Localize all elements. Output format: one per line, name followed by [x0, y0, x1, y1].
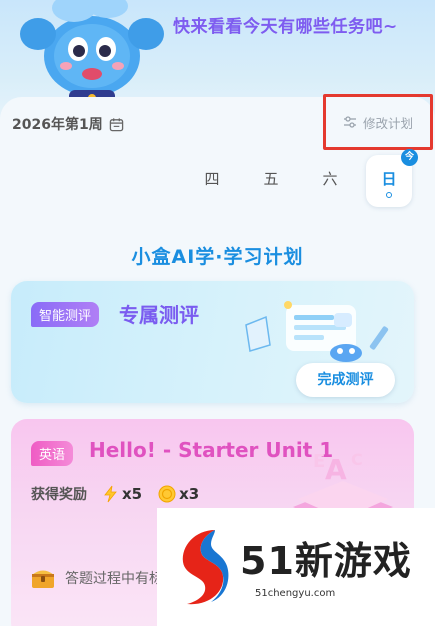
- evaluation-card[interactable]: 智能测评 专属测评 完成测评: [11, 281, 414, 403]
- watermark-url: 51chengyu.com: [255, 588, 336, 599]
- week-bar: 2026年第1周 修改计划: [0, 94, 435, 151]
- watermark: 51新游戏 51chengyu.com: [157, 508, 435, 626]
- day-label: 五: [263, 170, 279, 188]
- calendar-icon: [109, 117, 123, 131]
- watermark-brand: 51新游戏: [240, 539, 412, 583]
- reward-energy: x5: [103, 485, 142, 503]
- svg-text:E: E: [313, 451, 325, 472]
- task-dot: [386, 192, 392, 198]
- edit-plan-label: 修改计划: [362, 115, 413, 131]
- treasure-chest-icon: [32, 570, 54, 588]
- reward-label: 获得奖励: [31, 487, 87, 503]
- lesson-note: 答题过程中有标: [31, 567, 163, 589]
- hero-message: 快来看看今天有哪些任务吧~: [173, 17, 398, 37]
- reward-coin-count: x3: [179, 485, 200, 503]
- reward-row: 获得奖励 x5 x3: [31, 484, 199, 504]
- day-label: 日: [381, 170, 397, 188]
- settings-sliders-icon: [343, 116, 356, 128]
- day-friday[interactable]: 五: [248, 155, 294, 207]
- eval-title: 专属测评: [119, 303, 199, 327]
- day-sunday[interactable]: 日 今: [366, 149, 418, 207]
- day-saturday[interactable]: 六: [307, 155, 353, 207]
- reward-energy-count: x5: [122, 485, 143, 503]
- coin-icon: [158, 485, 176, 503]
- lightning-icon: [104, 485, 117, 503]
- plan-title: 小盒AI学·学习计划: [131, 246, 304, 268]
- svg-text:A: A: [325, 453, 347, 486]
- today-badge: 今: [401, 149, 418, 166]
- edit-plan-button[interactable]: 修改计划: [323, 94, 433, 150]
- evaluation-illustration: [245, 301, 389, 362]
- subject-tag: 英语: [31, 441, 74, 466]
- day-thursday[interactable]: 四: [189, 155, 235, 207]
- day-label: 六: [322, 170, 338, 188]
- lesson-note-text: 答题过程中有标: [65, 571, 163, 587]
- mascot-illustration: [20, 0, 164, 106]
- day-label: 四: [204, 170, 220, 188]
- day-selector: 四 五 六 日 今: [0, 149, 435, 210]
- week-label: 2026年第1周: [12, 117, 103, 133]
- reward-coin: x3: [158, 485, 199, 503]
- week-selector[interactable]: 2026年第1周: [12, 114, 124, 134]
- eval-tag: 智能测评: [31, 302, 100, 327]
- brand-logo-icon: [182, 530, 229, 605]
- svg-text:C: C: [351, 450, 363, 469]
- complete-evaluation-button[interactable]: 完成测评: [296, 363, 395, 397]
